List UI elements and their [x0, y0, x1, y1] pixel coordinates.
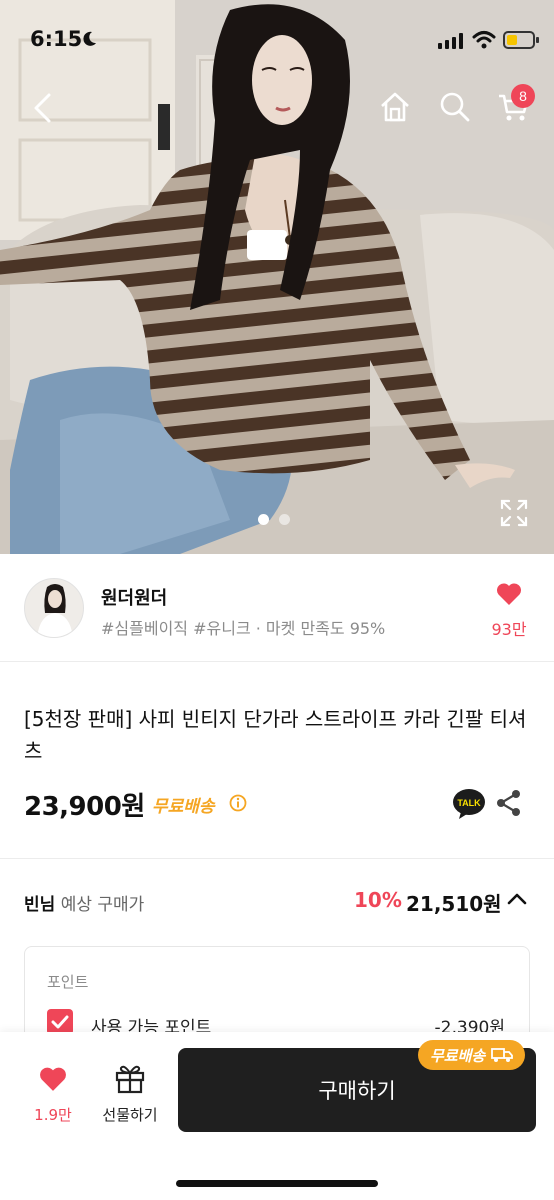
truck-icon [491, 1048, 514, 1062]
shop-avatar-image [25, 579, 83, 637]
shop-like-count: 93만 [491, 620, 527, 639]
gallery-dot-1[interactable] [258, 514, 269, 525]
shop-like-button[interactable]: 93만 [484, 582, 534, 640]
bottom-action-bar: 1.9만 선물하기 구매하기 무료배송 [0, 1032, 554, 1200]
product-image-gallery[interactable]: 6:15 8 [0, 0, 554, 554]
member-discount-rate: 10% [354, 888, 402, 912]
product-title: [5천장 판매] 사피 빈티지 단가라 스트라이프 카라 긴팔 티셔츠 [24, 707, 527, 763]
info-icon[interactable] [229, 794, 247, 812]
home-button[interactable] [374, 86, 416, 128]
member-price-toggle[interactable]: 빈님 예상 구매가 10% 21,510원 [0, 880, 554, 924]
member-expected-price: 21,510원 [406, 892, 502, 916]
gift-button[interactable]: 선물하기 [96, 1064, 164, 1126]
heart-icon [496, 583, 522, 605]
gift-label: 선물하기 [102, 1106, 158, 1124]
battery-icon [503, 31, 539, 49]
free-shipping-badge: 무료배송 [418, 1040, 526, 1070]
section-divider [0, 858, 554, 859]
member-price-label: 빈님 예상 구매가 [24, 890, 144, 915]
shop-avatar[interactable] [24, 578, 84, 638]
gallery-pagination [258, 514, 290, 525]
share-button[interactable] [494, 788, 524, 818]
gallery-dot-2[interactable] [279, 514, 290, 525]
gift-icon [115, 1065, 145, 1094]
expand-icon [500, 499, 528, 527]
expand-image-button[interactable] [498, 497, 530, 529]
share-icon [497, 790, 520, 816]
home-indicator [176, 1180, 378, 1187]
buy-button-label: 구매하기 [318, 1079, 396, 1103]
back-icon [34, 93, 51, 123]
status-bar: 6:15 [0, 0, 554, 80]
search-button[interactable] [434, 86, 476, 128]
points-title: 포인트 [47, 973, 89, 991]
cart-count-badge: 8 [511, 84, 535, 108]
shop-name[interactable]: 원더원더 [101, 584, 167, 610]
status-time: 6:15 [30, 27, 83, 51]
free-shipping-badge-label: 무료배송 [430, 1046, 486, 1065]
kakao-talk-share-button[interactable]: TALK [452, 788, 486, 820]
wifi-icon [472, 31, 496, 49]
product-photo [0, 0, 554, 554]
free-shipping-label: 무료배송 [152, 797, 215, 817]
talk-text: TALK [457, 798, 481, 808]
chevron-up-icon[interactable] [506, 892, 528, 906]
wishlist-button[interactable]: 1.9만 [24, 1066, 82, 1126]
kakao-talk-icon: TALK [453, 789, 485, 819]
member-grade: 빈님 [24, 895, 56, 915]
wishlist-count: 1.9만 [34, 1106, 72, 1124]
member-price-caption: 예상 구매가 [60, 895, 145, 915]
shop-info[interactable]: 원더원더 #심플베이직 #유니크 · 마켓 만족도 95% 93만 [0, 554, 554, 662]
do-not-disturb-moon-icon [83, 31, 96, 46]
search-icon [440, 92, 470, 122]
heart-icon [40, 1067, 66, 1091]
cellular-signal-icon [438, 33, 463, 49]
product-price: 23,900원 [24, 792, 145, 822]
home-icon [381, 92, 409, 122]
shop-tags: #심플베이직 #유니크 · 마켓 만족도 95% [101, 619, 386, 638]
back-button[interactable] [22, 86, 62, 130]
